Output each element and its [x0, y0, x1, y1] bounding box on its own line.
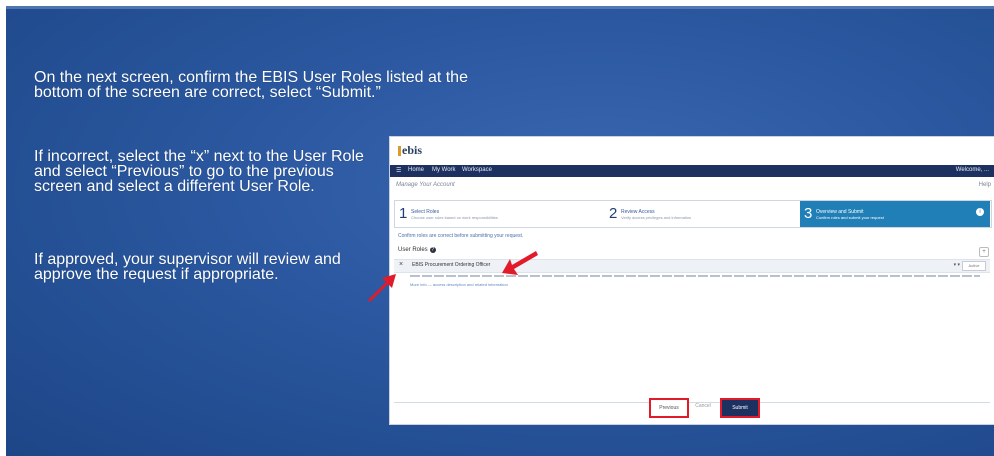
step-overview-submit[interactable]: 3 Overview and Submit Confirm roles and … — [800, 201, 990, 227]
role-row: × EBIS Procurement Ordering Officer ▾ ▾ … — [394, 259, 990, 273]
previous-button[interactable]: Previous — [649, 398, 689, 418]
nav-my-work[interactable]: My Work — [432, 167, 456, 173]
instruction-submit: On the next screen, confirm the EBIS Use… — [34, 69, 468, 101]
instruction-approved: If approved, your supervisor will review… — [34, 251, 341, 283]
user-roles-heading: User Roles? — [398, 247, 436, 253]
nav-workspace[interactable]: Workspace — [462, 167, 492, 173]
help-link[interactable]: Help — [979, 182, 991, 188]
user-menu[interactable]: Welcome, ... — [956, 167, 989, 173]
wizard-steps: 1 Select Roles Choose user roles based o… — [394, 200, 992, 228]
top-nav: ☰ Home My Work Workspace Welcome, ... — [390, 165, 994, 177]
slide-top-line — [6, 6, 994, 9]
cancel-button[interactable]: Cancel — [693, 398, 713, 414]
arrow-to-remove-icon — [368, 274, 396, 302]
slide: On the next screen, confirm the EBIS Use… — [6, 6, 994, 456]
remove-role-icon[interactable]: × — [399, 261, 403, 268]
nav-home[interactable]: Home — [408, 167, 424, 173]
footer-divider — [394, 402, 990, 403]
confirm-note: Confirm roles are correct before submitt… — [398, 233, 524, 239]
arrow-to-role-row — [502, 251, 538, 275]
ebis-screenshot: ebis ☰ Home My Work Workspace Welcome, .… — [389, 136, 994, 425]
add-role-button[interactable]: + — [979, 247, 989, 257]
role-status-select[interactable]: Active — [962, 261, 986, 271]
step-select-roles[interactable]: 1 Select Roles Choose user roles based o… — [395, 201, 595, 227]
role-controls[interactable]: ▾ ▾ — [954, 262, 960, 268]
help-icon: ? — [429, 247, 436, 253]
menu-icon[interactable]: ☰ — [396, 167, 401, 174]
step-review-access[interactable]: 2 Review Access Verify access privileges… — [605, 201, 795, 227]
instruction-incorrect: If incorrect, select the “x” next to the… — [34, 148, 364, 195]
info-icon[interactable]: i — [976, 208, 984, 216]
role-more-info-link[interactable]: More info — access description and relat… — [410, 282, 560, 287]
submit-button[interactable]: Submit — [720, 398, 760, 418]
role-name: EBIS Procurement Ordering Officer — [412, 262, 491, 268]
page-subtitle: Manage Your Account — [396, 182, 455, 188]
ebis-logo: ebis — [398, 143, 422, 159]
role-description — [410, 275, 980, 277]
